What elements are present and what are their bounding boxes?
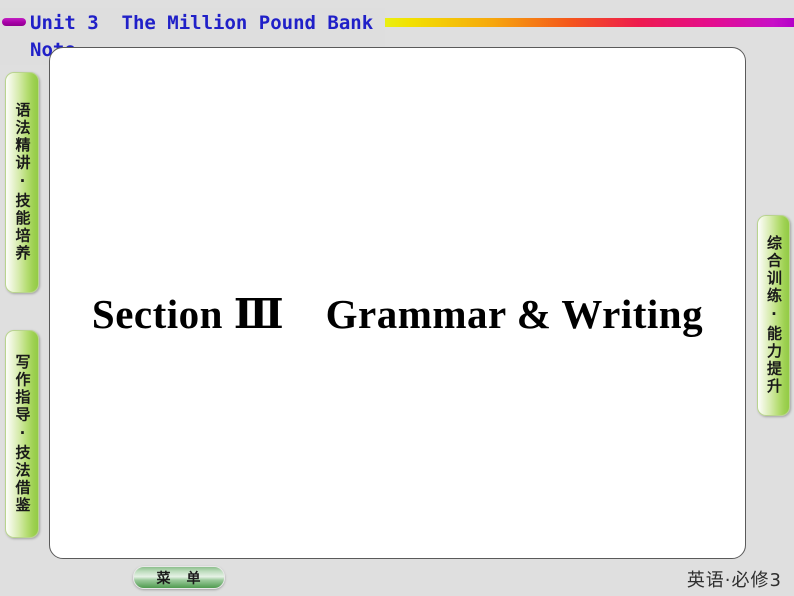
sidebar-item-grammar-lecture[interactable]: 语法精讲·技能培养 (5, 72, 39, 293)
rainbow-gradient-bar (385, 18, 794, 27)
menu-button[interactable]: 菜 单 (133, 566, 225, 589)
book-label: 英语·必修3 (686, 570, 782, 591)
sidebar-item-label: 写作指导·技法借鉴 (13, 353, 32, 515)
sidebar-item-label: 语法精讲·技能培养 (13, 102, 32, 263)
sidebar-item-comprehensive-training[interactable]: 综合训练·能力提升 (757, 215, 790, 416)
presentation-slide: Unit 3 The Million Pound Bank Note Secti… (0, 0, 794, 596)
purple-marker-icon (2, 18, 26, 26)
sidebar-item-label: 综合训练·能力提升 (765, 235, 783, 396)
menu-button-label: 菜 单 (156, 570, 202, 587)
page-title: Section Ⅲ Grammar & Writing (91, 291, 704, 337)
content-panel: Section Ⅲ Grammar & Writing (49, 47, 746, 559)
sidebar-item-writing-guide[interactable]: 写作指导·技法借鉴 (5, 330, 39, 538)
